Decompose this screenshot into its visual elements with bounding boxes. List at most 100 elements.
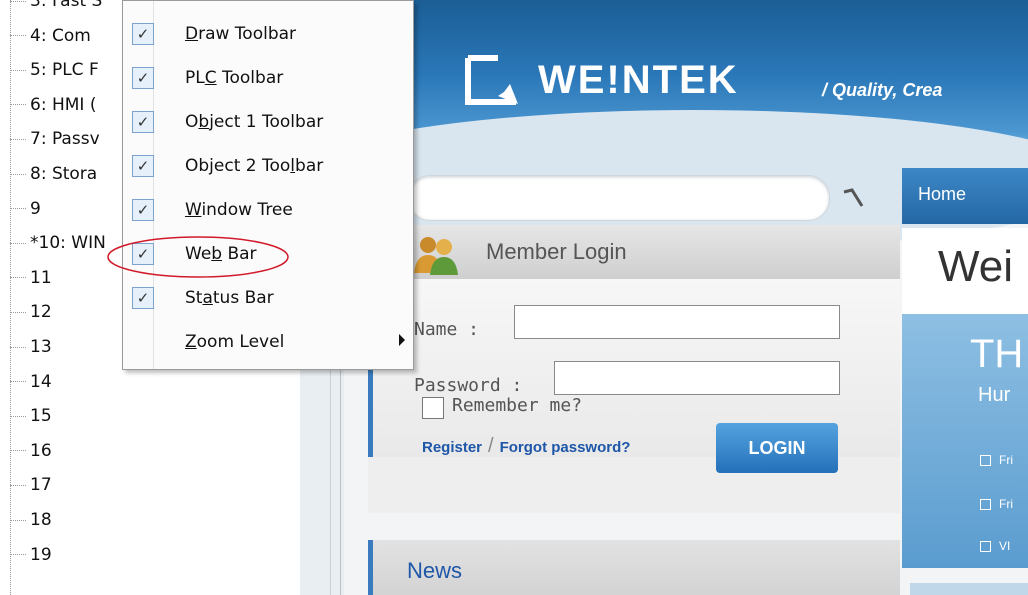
tree-connector: [10, 381, 26, 383]
site-banner: WE!NTEK / Quality, Crea: [344, 0, 1028, 250]
tree-item[interactable]: 6: HMI (: [10, 90, 96, 120]
menu-item[interactable]: ✓ Object 1 Toolbar: [123, 101, 413, 145]
promo-item[interactable]: VI: [980, 536, 1026, 556]
tree-connector: [10, 104, 26, 106]
right-bottom-bar: [910, 583, 1028, 595]
tree-item-label: 7: Passv: [30, 129, 100, 150]
promo-title: TH: [970, 332, 1024, 376]
menu-item[interactable]: ✓ PLC Toolbar: [123, 57, 413, 101]
members-icon: [412, 233, 462, 275]
tree-connector: [10, 277, 26, 279]
tree-item[interactable]: 17: [10, 470, 52, 500]
link-separator: /: [488, 435, 494, 457]
menu-item[interactable]: ✓ Object 2 Toolbar: [123, 145, 413, 189]
tree-item-label: *10: WIN: [30, 233, 106, 254]
name-label: Name :: [414, 319, 480, 340]
tree-item[interactable]: 9: [10, 194, 41, 224]
bullet-icon: [980, 454, 991, 466]
label-part: PL: [185, 68, 205, 88]
checkmark-icon: ✓: [132, 111, 154, 133]
menu-item-label: Draw Toolbar: [185, 24, 296, 44]
site-slogan: / Quality, Crea: [822, 80, 943, 100]
tree-item[interactable]: 16: [10, 436, 52, 466]
tree-item-label: 12: [30, 302, 52, 323]
tree-connector: [10, 35, 26, 37]
tree-item[interactable]: 3: Fast S: [10, 0, 102, 16]
tree-item[interactable]: 8: Stora: [10, 159, 97, 189]
label-part: O: [185, 112, 199, 132]
news-title[interactable]: News: [407, 558, 462, 584]
tree-item[interactable]: 19: [10, 540, 52, 570]
checkmark-icon: ✓: [132, 199, 154, 221]
tree-item[interactable]: 18: [10, 505, 52, 535]
tree-item-label: 17: [30, 475, 52, 496]
name-field[interactable]: [514, 305, 840, 339]
promo-item-text: VI: [999, 539, 1011, 553]
tree-item[interactable]: *10: WIN: [10, 228, 106, 258]
menu-item[interactable]: ✓ Status Bar: [123, 277, 413, 321]
promo-item-text: Fri: [999, 497, 1013, 511]
tree-item[interactable]: 15: [10, 401, 52, 431]
tree-connector: [10, 554, 26, 556]
member-login-title: Member Login: [486, 239, 627, 264]
tree-item[interactable]: 7: Passv: [10, 124, 100, 154]
mnemonic-letter: W: [185, 200, 202, 220]
label-part: tus Bar: [212, 288, 274, 308]
tree-item[interactable]: 13: [10, 332, 52, 362]
nav-home[interactable]: Home: [918, 184, 966, 205]
menu-item-label: Status Bar: [185, 288, 274, 308]
logo-mark-icon: [464, 52, 524, 108]
tree-item-label: 16: [30, 440, 52, 461]
search-icon[interactable]: [840, 186, 866, 212]
tree-item[interactable]: 4: Com: [10, 21, 91, 51]
tree-connector: [10, 450, 26, 452]
tree-connector: [10, 415, 26, 417]
label-part: Toolbar: [216, 68, 284, 88]
logo-text: WE!NTEK: [538, 57, 739, 102]
tree-connector: [10, 519, 26, 521]
promo-item-text: Fri: [999, 453, 1013, 467]
password-label: Password :: [414, 375, 523, 396]
right-promo-panel: TH Hur Fri Fri VI: [902, 314, 1028, 568]
menu-item[interactable]: ✓ Window Tree: [123, 189, 413, 233]
menu-item[interactable]: Zoom Level: [123, 321, 413, 365]
login-button[interactable]: LOGIN: [716, 423, 838, 473]
checkmark-icon: ✓: [132, 23, 154, 45]
tree-connector: [10, 208, 26, 210]
menu-item-label: PLC Toolbar: [185, 68, 283, 88]
right-heading-area: Wei: [902, 228, 1028, 314]
tree-item[interactable]: 14: [10, 367, 52, 397]
promo-subtitle: Hur: [978, 384, 1011, 406]
label-part: Object 2 Too: [185, 156, 291, 176]
promo-item[interactable]: Fri: [980, 494, 1026, 514]
search-input[interactable]: [408, 175, 830, 221]
weintek-logo[interactable]: WE!NTEK: [464, 52, 739, 108]
tree-item-label: 14: [30, 371, 52, 392]
mnemonic-letter: Z: [185, 332, 197, 352]
remember-checkbox[interactable]: [422, 397, 444, 419]
web-view: WE!NTEK / Quality, Crea Home Member Logi…: [344, 0, 1028, 595]
tree-item[interactable]: 11: [10, 263, 52, 293]
menu-item[interactable]: ✓ Draw Toolbar: [123, 13, 413, 57]
tree-item-label: 18: [30, 510, 52, 530]
label-part: St: [185, 288, 203, 308]
tree-item[interactable]: 5: PLC F: [10, 55, 99, 85]
tree-connector: [10, 311, 26, 313]
forgot-password-link[interactable]: Forgot password?: [500, 439, 631, 456]
promo-item[interactable]: Fri: [980, 450, 1026, 470]
label-part: ject 1 Toolbar: [209, 112, 324, 132]
tree-item-label: 13: [30, 337, 52, 357]
menu-item-label: Zoom Level: [185, 332, 284, 352]
tree-item-label: 6: HMI (: [30, 94, 97, 115]
mnemonic-letter: a: [202, 288, 213, 308]
label-part: indow Tree: [201, 200, 293, 220]
tree-item-label: 5: PLC F: [30, 60, 99, 81]
tree-item[interactable]: 12: [10, 297, 52, 327]
member-login-header: Member Login: [368, 225, 900, 279]
register-link[interactable]: Register: [422, 439, 482, 456]
checkmark-icon: ✓: [132, 67, 154, 89]
password-field[interactable]: [554, 361, 840, 395]
tree-connector: [10, 138, 26, 140]
news-panel: News: [368, 540, 900, 595]
tree-connector: [10, 242, 26, 244]
